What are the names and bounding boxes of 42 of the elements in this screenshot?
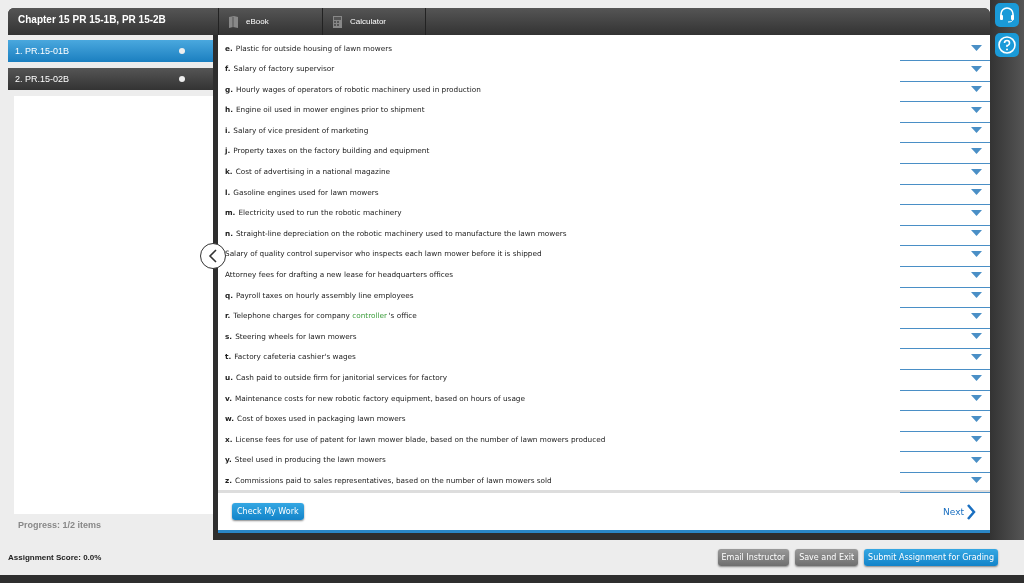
dropdown-arrow-icon: [971, 230, 982, 237]
dropdown-arrow-icon: [971, 189, 982, 196]
dropdown-arrow-icon: [971, 333, 982, 340]
status-dot: [179, 76, 185, 82]
headset-icon: [998, 6, 1016, 24]
dropdown-arrow-icon: [971, 250, 982, 257]
calculator-icon: [333, 15, 342, 28]
action-button[interactable]: Save and Exit: [795, 549, 859, 566]
action-button[interactable]: Email Instructor: [717, 549, 790, 566]
dropdown-arrow-icon: [971, 147, 982, 154]
progress-text: Progress: 1/2 items: [17, 520, 103, 532]
dropdown-arrow-icon: [971, 45, 982, 51]
dropdown-arrow-icon: [971, 292, 982, 299]
dropdown-arrow-icon: [971, 106, 982, 113]
problem-tab[interactable]: 1. PR.15-01B: [8, 40, 213, 62]
chevron-left-icon: [208, 249, 218, 263]
chevron-right-icon: [967, 503, 976, 520]
dropdown-arrow-icon: [971, 415, 982, 422]
dropdown-arrow-icon: [971, 209, 982, 216]
dropdown-arrow-icon: [971, 353, 982, 360]
assignment-score: Assignment Score: 0.0%: [8, 553, 102, 562]
dropdown-arrow-icon: [971, 456, 982, 463]
action-button[interactable]: Submit Assignment for Grading: [864, 549, 998, 566]
dropdown-arrow-icon: [971, 168, 982, 175]
dropdown-arrow-icon: [971, 65, 982, 72]
help-icon: [997, 35, 1017, 55]
problem-tab[interactable]: 2. PR.15-02B: [8, 68, 213, 90]
dropdown-arrow-icon: [971, 312, 982, 319]
help-button[interactable]: [995, 33, 1019, 57]
dropdown-arrow-icon: [971, 86, 982, 93]
check-my-work-button[interactable]: Check My Work: [232, 503, 304, 520]
support-button[interactable]: [995, 3, 1019, 27]
dropdown-arrow-icon: [971, 271, 982, 278]
dropdown-arrow-icon: [971, 436, 982, 443]
dropdown-arrow-icon: [971, 127, 982, 134]
dropdown-arrow-icon: [971, 395, 982, 402]
dropdown-arrow-icon: [971, 374, 982, 381]
book-icon: [229, 15, 238, 28]
next-link[interactable]: Next: [943, 503, 976, 520]
dropdown-arrow-icon: [971, 477, 982, 484]
assignment-title: Chapter 15 PR 15-1B, PR 15-2B: [17, 13, 167, 27]
status-dot: [179, 48, 185, 54]
